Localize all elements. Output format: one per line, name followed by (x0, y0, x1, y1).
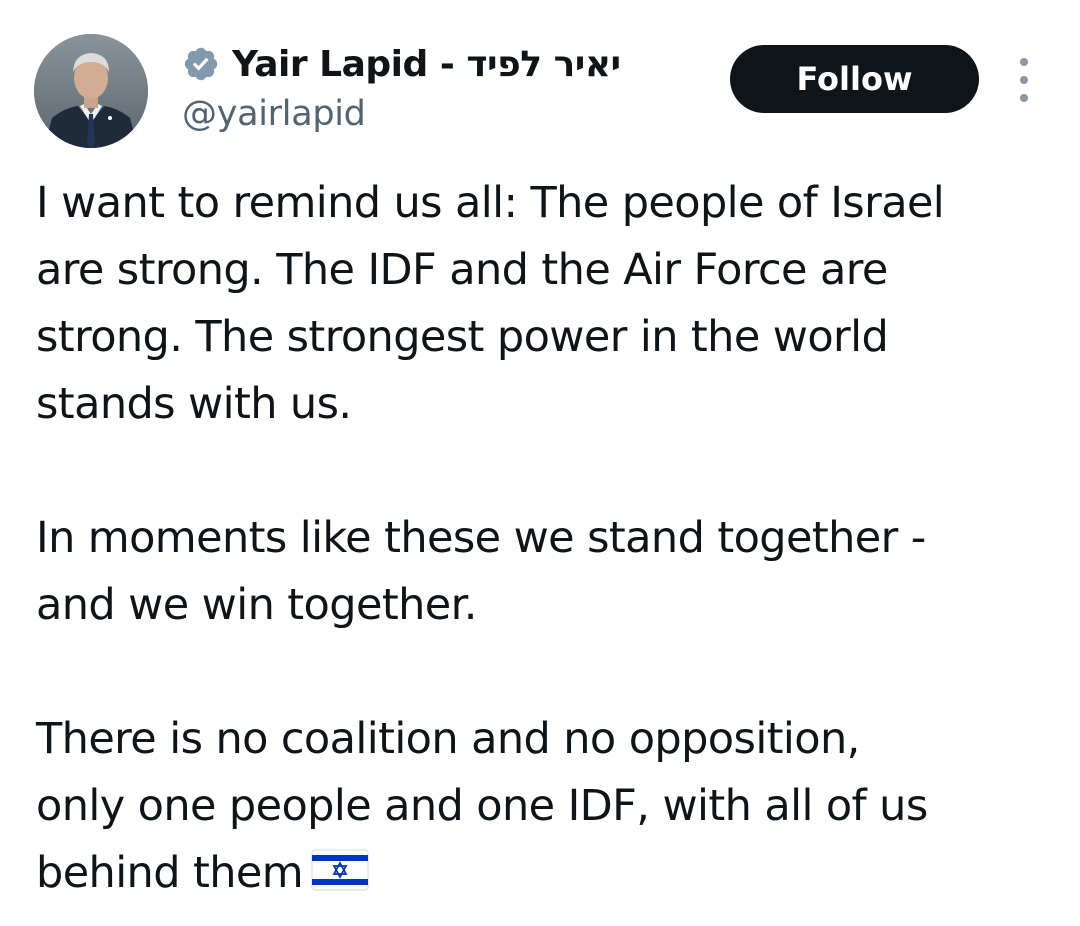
tweet-paragraph: There is no coalition and no opposition,… (36, 706, 1056, 907)
tweet-text: I want to remind us all: The people of I… (36, 170, 1056, 907)
avatar[interactable] (34, 34, 148, 148)
verified-badge-icon (182, 45, 220, 83)
israel-flag-icon (311, 849, 369, 891)
more-options-icon[interactable] (1004, 58, 1044, 102)
author-identity: Yair Lapid - יאיר לפיד @yairlapid (182, 38, 621, 135)
author-display-name[interactable]: Yair Lapid - יאיר לפיד (232, 44, 621, 85)
tweet-paragraph: In moments like these we stand together … (36, 513, 926, 630)
more-dot (1020, 58, 1028, 66)
author-handle[interactable]: @yairlapid (182, 94, 621, 134)
more-dot (1020, 94, 1028, 102)
more-dot (1020, 76, 1028, 84)
author-name-row[interactable]: Yair Lapid - יאיר לפיד (182, 38, 621, 90)
follow-button[interactable]: Follow (730, 45, 979, 113)
avatar-photo (34, 34, 148, 148)
tweet-paragraph: I want to remind us all: The people of I… (36, 178, 945, 429)
tweet-card: Yair Lapid - יאיר לפיד @yairlapid Follow… (0, 0, 1080, 926)
tweet-paragraph-text: There is no coalition and no opposition,… (36, 714, 928, 898)
